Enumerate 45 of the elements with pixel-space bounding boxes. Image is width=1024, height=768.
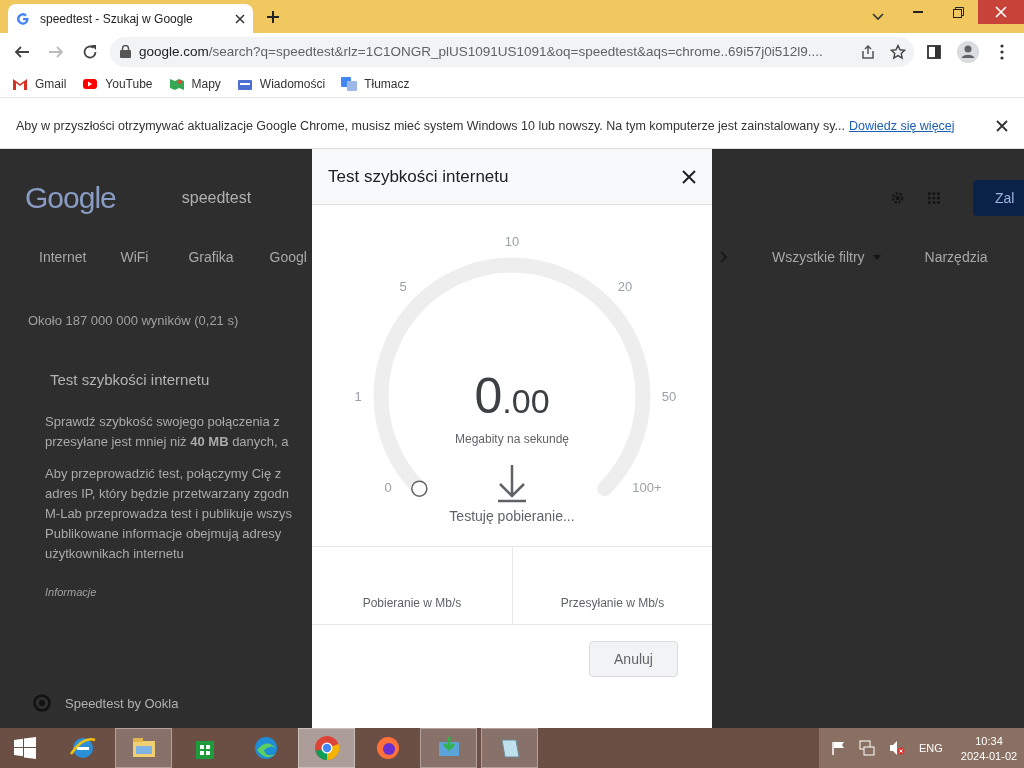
status-text: Testuję pobieranie... — [449, 508, 575, 524]
stat-label: Przesyłanie w Mb/s — [560, 596, 665, 610]
gauge-tick-label: 1 — [354, 388, 362, 404]
gauge-tick-label: 0 — [384, 479, 392, 495]
language-indicator[interactable]: ENG — [919, 742, 943, 754]
bookmark-item[interactable]: Mapy — [168, 76, 221, 91]
sign-in-button[interactable]: Zal — [973, 180, 1024, 216]
paragraph-line: Aby przeprowadzić test, połączymy Cię z — [45, 465, 283, 483]
gauge-tick-label: 5 — [399, 278, 407, 294]
dialog-title: Test szybkości internetu — [328, 166, 509, 187]
paragraph-line: Publikowane informacje obejmują adresy — [45, 525, 283, 543]
results-count: Około 187 000 000 wyników (0,21 s) — [28, 313, 240, 328]
search-tab[interactable]: Grafika — [188, 249, 234, 265]
gauge-tick-label: 10 — [504, 233, 520, 249]
stat-label: Pobieranie w Mb/s — [362, 596, 462, 610]
search-tool[interactable]: Narzędzia — [924, 249, 988, 265]
search-tab[interactable]: WiFi — [120, 249, 149, 265]
gauge-tick-label: 100+ — [632, 479, 662, 495]
clock[interactable]: 10:34 2024-01-02 — [960, 734, 1018, 762]
paragraph-line: użytkownikach internetu — [45, 545, 185, 563]
bookmark-item[interactable]: Tłumacz — [341, 76, 410, 91]
logo: Google — [25, 181, 116, 215]
paragraph-line: przesyłane jest mniej niż 40 MB danych, a — [45, 433, 290, 451]
bookmark-item[interactable]: Gmail — [12, 76, 67, 91]
search-tab[interactable]: Googl — [269, 249, 307, 265]
paragraph-line: Sprawdź szybkość swojego połączenia z — [45, 413, 281, 431]
browser-tab[interactable]: speedtest - Szukaj w Google — [8, 4, 253, 33]
search-tool[interactable]: Wszystkie filtry — [772, 249, 881, 265]
result-title[interactable]: Speedtest by Ookla — [65, 695, 179, 711]
source-label: Informacje — [45, 586, 98, 598]
paragraph-line: M-Lab przeprowadza test i publikuje wszys — [45, 505, 294, 523]
gauge-tick-label: 50 — [661, 388, 677, 404]
card-title: Test szybkości internetu — [50, 371, 211, 388]
cancel-button[interactable]: Anuluj — [589, 641, 678, 677]
search-tab[interactable]: Internet — [39, 249, 87, 265]
learn-more-link[interactable]: Dowiedz się więcej — [849, 118, 955, 133]
speed-value: 0.00 — [474, 367, 550, 425]
address-bar[interactable]: google.com/search?q=speedtest&rlz=1C1ONGR_plUS1091US1091&oq=speedtest&aqs=chrome..69i57j0i512l9.... — [110, 36, 914, 67]
bookmark-item[interactable]: YouTube — [82, 76, 153, 91]
bookmark-item[interactable]: Wiadomości — [236, 76, 326, 91]
gauge-tick-label: 20 — [617, 278, 633, 294]
paragraph-line: adres IP, który będzie przetwarzany zgodn — [45, 485, 290, 503]
search-field[interactable]: speedtest — [181, 189, 252, 207]
infobar-message: Aby w przyszłości otrzymywać aktualizacje Google Chrome, musisz mieć system Windows 10 lub nowszy. Na tym komputerze jest zainstalowany sy... — [16, 118, 845, 133]
unit-label: Megabity na sekundę — [454, 432, 570, 446]
